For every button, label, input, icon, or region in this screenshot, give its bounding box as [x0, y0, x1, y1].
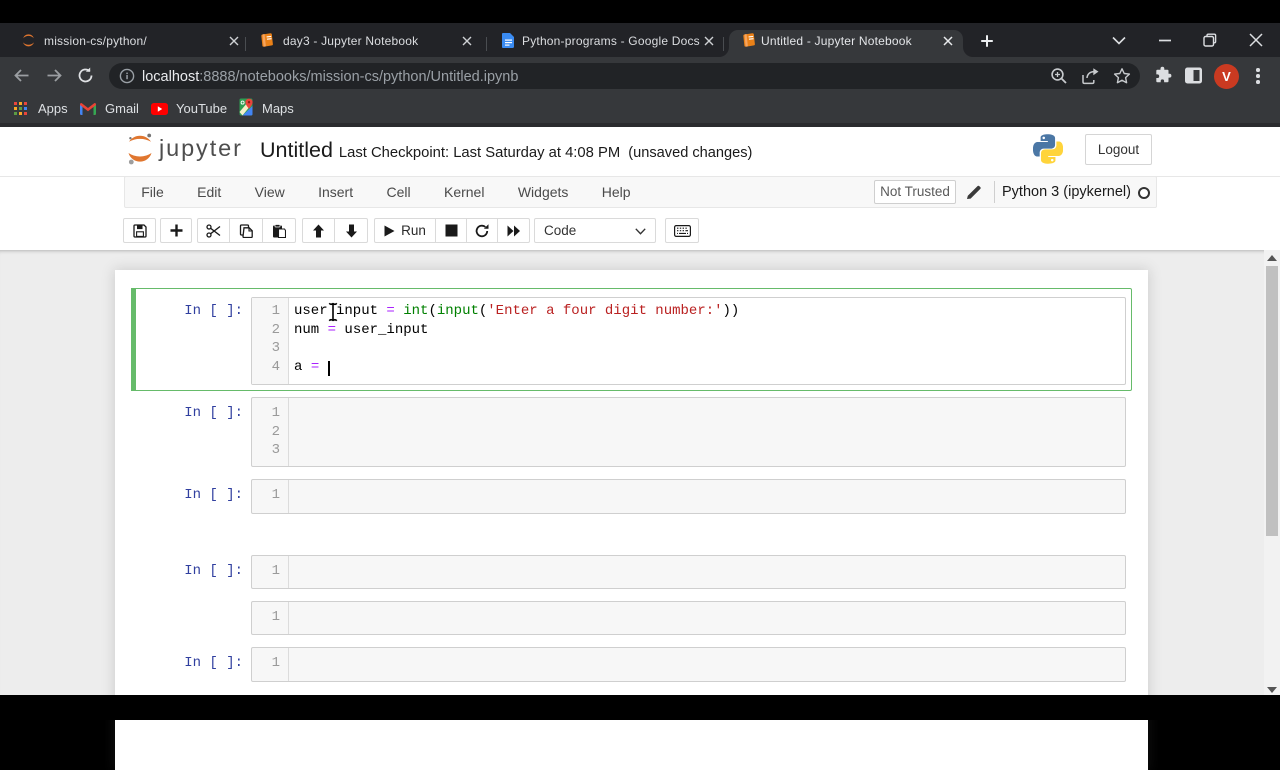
svg-text:jupyter: jupyter: [158, 135, 243, 161]
